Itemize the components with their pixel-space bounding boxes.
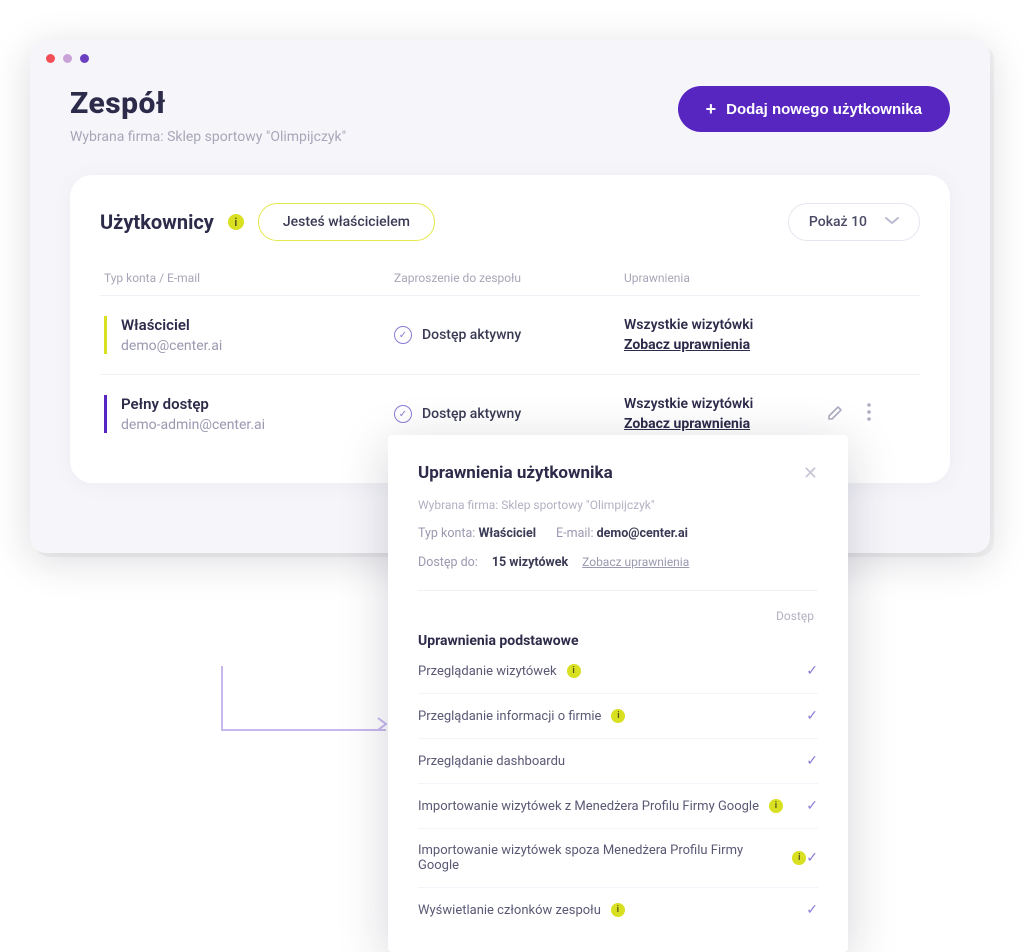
- account-type: Pełny dostęp: [121, 395, 394, 413]
- perm-all-label: Wszystkie wizytówki: [624, 317, 826, 333]
- status-active: ✓ Dostęp aktywny: [394, 326, 624, 344]
- window-max-dot[interactable]: [80, 54, 89, 63]
- popover-subtitle: Wybrana firma: Sklep sportowy "Olimpijcz…: [418, 498, 818, 512]
- page-title: Zespół: [70, 86, 346, 121]
- perm-group-title: Uprawnienia podstawowe: [418, 633, 818, 649]
- divider: [418, 590, 818, 591]
- info-icon[interactable]: i: [611, 709, 625, 723]
- check-icon: ✓: [806, 663, 818, 679]
- check-icon: ✓: [806, 798, 818, 814]
- check-circle-icon: ✓: [394, 326, 412, 344]
- more-icon[interactable]: [866, 402, 872, 426]
- info-icon[interactable]: i: [792, 851, 806, 865]
- perm-label: Importowanie wizytówek spoza Menedżera P…: [418, 843, 782, 873]
- popover-meta: Typ konta: Właściciel E-mail: demo@cente…: [418, 526, 818, 541]
- card-title: Użytkownicy: [100, 210, 214, 234]
- chevron-down-icon: [885, 214, 899, 230]
- plus-icon: +: [706, 100, 717, 118]
- connector-line: [220, 664, 388, 734]
- table-head: Typ konta / E-mail Zaproszenie do zespoł…: [100, 271, 920, 296]
- status-active: ✓ Dostęp aktywny: [394, 405, 624, 423]
- check-circle-icon: ✓: [394, 405, 412, 423]
- check-icon: ✓: [806, 708, 818, 724]
- access-view-link[interactable]: Zobacz uprawnienia: [582, 555, 689, 569]
- meta-email-label: E-mail:: [556, 526, 593, 541]
- perm-row: Przeglądanie wizytówek i ✓: [418, 649, 818, 694]
- add-user-button[interactable]: + Dodaj nowego użytkownika: [678, 86, 950, 132]
- page-size-label: Pokaż 10: [809, 214, 867, 230]
- window-titlebar: [30, 40, 990, 76]
- perm-row: Przeglądanie informacji o firmie i ✓: [418, 694, 818, 739]
- account-type-block: Właściciel demo@center.ai: [104, 316, 394, 354]
- perm-row: Importowanie wizytówek spoza Menedżera P…: [418, 829, 818, 888]
- page-header: Zespół Wybrana firma: Sklep sportowy "Ol…: [30, 76, 990, 175]
- account-type-block: Pełny dostęp demo-admin@center.ai: [104, 395, 394, 433]
- window-close-dot[interactable]: [46, 54, 55, 63]
- check-icon: ✓: [806, 850, 818, 866]
- th-perms: Uprawnienia: [624, 271, 916, 285]
- page-size-select[interactable]: Pokaż 10: [788, 203, 920, 241]
- perm-row: Przeglądanie dashboardu ✓: [418, 739, 818, 784]
- popover-title: Uprawnienia użytkownika: [418, 463, 613, 483]
- meta-type-label: Typ konta:: [418, 526, 475, 541]
- view-permissions-link[interactable]: Zobacz uprawnienia: [624, 416, 750, 432]
- perm-col-head: Dostęp: [418, 609, 818, 623]
- account-email: demo-admin@center.ai: [121, 417, 394, 433]
- card-head: Użytkownicy i Jesteś właścicielem Pokaż …: [100, 203, 920, 241]
- check-icon: ✓: [806, 902, 818, 918]
- window-min-dot[interactable]: [63, 54, 72, 63]
- access-label: Dostęp do:: [418, 555, 478, 570]
- edit-icon[interactable]: [826, 402, 846, 426]
- perm-row: Wyświetlanie członków zespołu i ✓: [418, 888, 818, 932]
- permissions-popover: Uprawnienia użytkownika ✕ Wybrana firma:…: [388, 435, 848, 952]
- popover-access: Dostęp do: 15 wizytówek Zobacz uprawnien…: [418, 555, 818, 570]
- info-icon[interactable]: i: [769, 799, 783, 813]
- perm-label: Wyświetlanie członków zespołu: [418, 903, 601, 918]
- perm-label: Importowanie wizytówek z Menedżera Profi…: [418, 799, 759, 814]
- meta-email-value: demo@center.ai: [597, 526, 688, 541]
- page-subtitle: Wybrana firma: Sklep sportowy "Olimpijcz…: [70, 129, 346, 145]
- info-icon[interactable]: i: [611, 903, 625, 917]
- table-row: Właściciel demo@center.ai ✓ Dostęp aktyw…: [100, 296, 920, 375]
- perm-label: Przeglądanie dashboardu: [418, 754, 565, 769]
- check-icon: ✓: [806, 753, 818, 769]
- account-email: demo@center.ai: [121, 338, 394, 354]
- th-account: Typ konta / E-mail: [104, 271, 394, 285]
- add-user-button-label: Dodaj nowego użytkownika: [726, 101, 922, 118]
- perm-row: Importowanie wizytówek z Menedżera Profi…: [418, 784, 818, 829]
- perm-all-label: Wszystkie wizytówki: [624, 396, 826, 412]
- close-icon[interactable]: ✕: [803, 463, 818, 484]
- status-label: Dostęp aktywny: [422, 327, 521, 343]
- info-icon[interactable]: i: [228, 214, 244, 230]
- status-label: Dostęp aktywny: [422, 406, 521, 422]
- owner-badge: Jesteś właścicielem: [258, 203, 435, 241]
- meta-type-value: Właściciel: [478, 526, 536, 541]
- perm-label: Przeglądanie informacji o firmie: [418, 709, 601, 724]
- th-invite: Zaproszenie do zespołu: [394, 271, 624, 285]
- perm-label: Przeglądanie wizytówek: [418, 664, 557, 679]
- view-permissions-link[interactable]: Zobacz uprawnienia: [624, 337, 750, 353]
- access-value: 15 wizytówek: [492, 555, 568, 570]
- account-type: Właściciel: [121, 316, 394, 334]
- info-icon[interactable]: i: [567, 664, 581, 678]
